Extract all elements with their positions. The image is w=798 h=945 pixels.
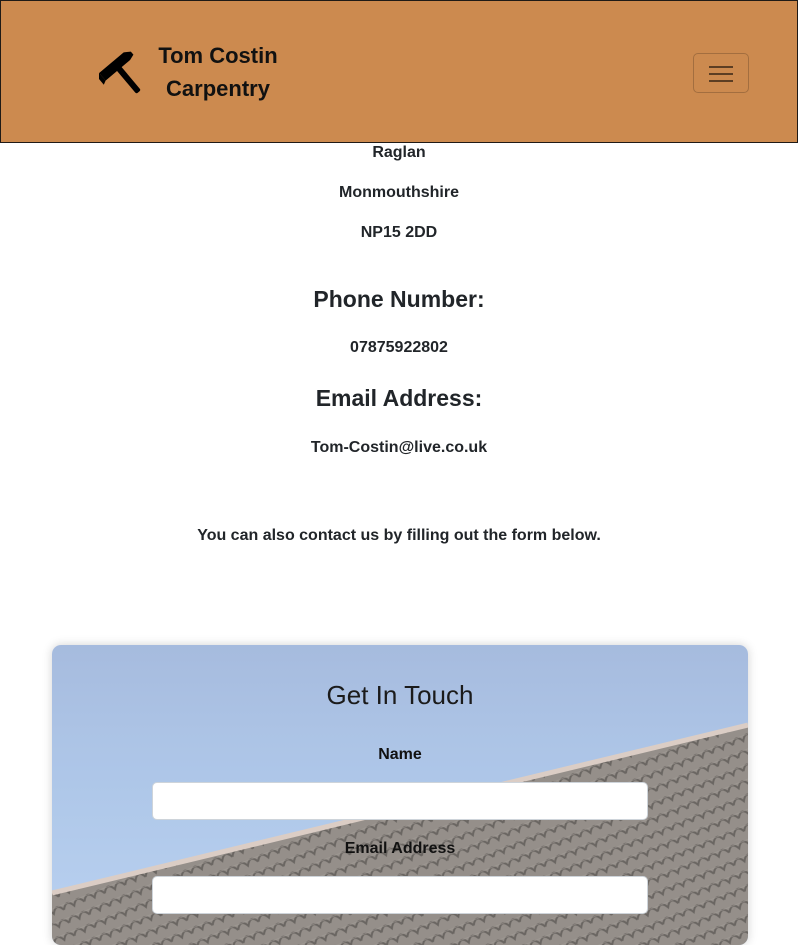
- form-intro-text: You can also contact us by filling out t…: [197, 527, 601, 544]
- address-county: Monmouthshire: [339, 184, 459, 201]
- brand-name: Tom Costin Carpentry: [149, 39, 287, 105]
- address-postcode: NP15 2DD: [360, 224, 438, 241]
- contact-form-card: Get In Touch Name Email Address: [52, 645, 748, 945]
- name-label: Name: [378, 746, 422, 763]
- email-heading: Email Address:: [315, 385, 483, 411]
- email-label: Email Address: [344, 840, 456, 857]
- email-input[interactable]: [152, 876, 648, 914]
- menu-toggle-button[interactable]: [693, 53, 749, 93]
- address-town: Raglan: [372, 144, 426, 161]
- name-input[interactable]: [152, 782, 648, 820]
- email-address: Tom-Costin@live.co.uk: [310, 439, 488, 456]
- navbar: Tom Costin Carpentry: [0, 0, 798, 143]
- phone-heading: Phone Number:: [313, 286, 485, 312]
- form-title: Get In Touch: [326, 680, 474, 710]
- phone-number: 07875922802: [350, 339, 448, 356]
- brand-line-1: Tom Costin: [158, 43, 278, 68]
- hammer-icon: [99, 51, 141, 94]
- brand-line-2: Carpentry: [166, 76, 270, 101]
